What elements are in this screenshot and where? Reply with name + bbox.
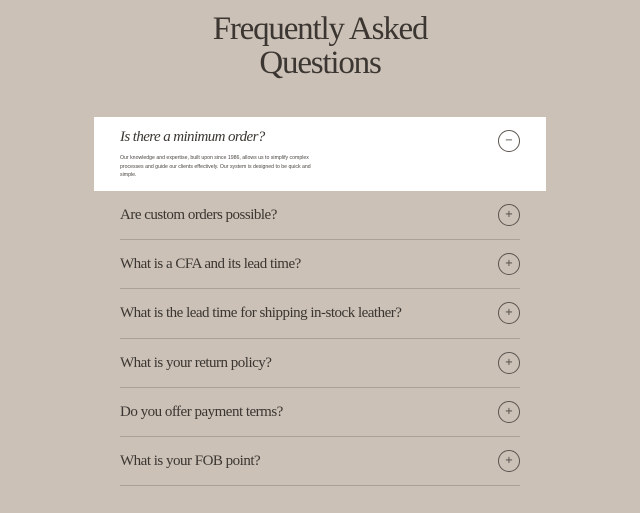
faq-question[interactable]: Is there a minimum order? — [120, 129, 265, 146]
plus-circle-icon[interactable]: + — [498, 400, 520, 423]
page-title-line-2: Questions — [259, 45, 381, 81]
faq-question[interactable]: What is your FOB point? — [120, 453, 261, 470]
faq-item-return-policy[interactable]: What is your return policy? + — [120, 339, 520, 388]
plus-circle-icon[interactable]: + — [498, 253, 520, 276]
plus-circle-icon[interactable]: + — [498, 204, 520, 226]
faq-question[interactable]: Are custom orders possible? — [120, 207, 277, 224]
faq-item-shipping-lead-time[interactable]: What is the lead time for shipping in-st… — [120, 289, 520, 339]
faq-answer: Our knowledge and expertise, built upon … — [120, 155, 311, 178]
faq-item-cfa-lead-time[interactable]: What is a CFA and its lead time? + — [120, 240, 520, 290]
faq-item-payment-terms[interactable]: Do you offer payment terms? + — [120, 388, 520, 437]
faq-item-fob-point[interactable]: What is your FOB point? + — [120, 437, 520, 487]
plus-circle-icon[interactable]: + — [498, 302, 520, 325]
plus-circle-icon[interactable]: + — [498, 351, 520, 374]
plus-circle-icon[interactable]: + — [498, 449, 520, 472]
faq-question[interactable]: What is a CFA and its lead time? — [120, 256, 301, 273]
minus-circle-icon[interactable]: − — [498, 130, 520, 152]
faq-question[interactable]: What is your return policy? — [120, 355, 272, 372]
page-title: Frequently Asked Questions — [0, 12, 640, 80]
faq-item-minimum-order[interactable]: Is there a minimum order? Our knowledge … — [94, 117, 546, 191]
faq-list: Is there a minimum order? Our knowledge … — [94, 117, 546, 487]
page-title-line-1: Frequently Asked — [212, 11, 429, 47]
faq-question[interactable]: Do you offer payment terms? — [120, 404, 283, 421]
faq-question[interactable]: What is the lead time for shipping in-st… — [120, 305, 402, 322]
faq-item-custom-orders[interactable]: Are custom orders possible? + — [120, 191, 520, 241]
